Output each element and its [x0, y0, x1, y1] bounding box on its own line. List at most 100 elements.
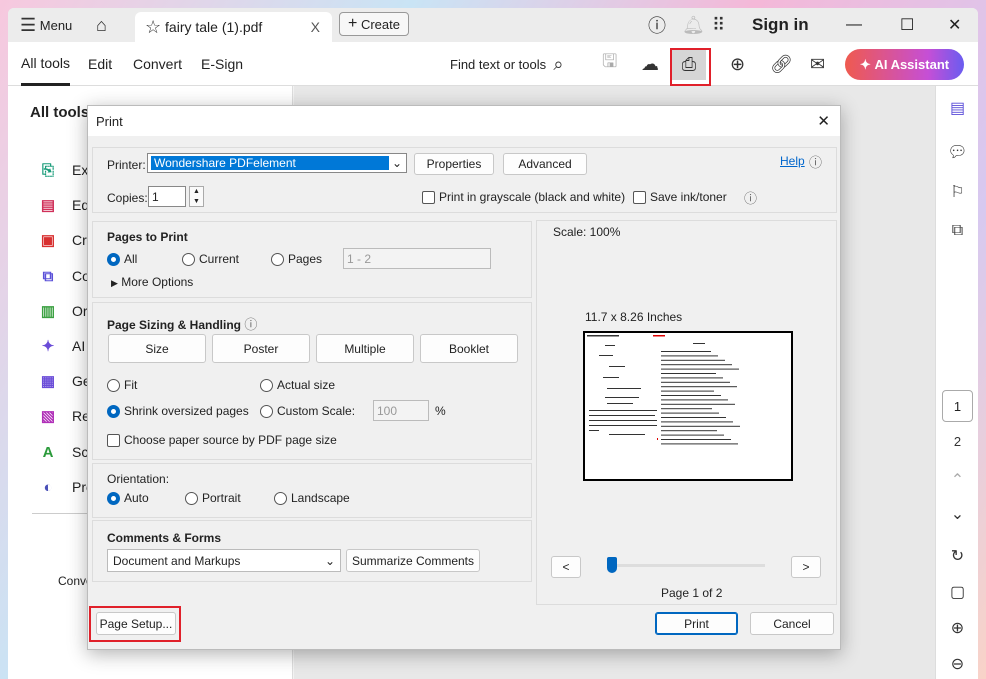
preview-text-line	[661, 417, 726, 418]
ai-summary-icon[interactable]: ▤	[936, 98, 978, 118]
radio-current[interactable]: Current	[182, 252, 239, 266]
request-icon: ▧	[40, 408, 56, 425]
ai-assistant-button[interactable]: ✦ AI Assistant	[845, 49, 964, 80]
help-button[interactable]: ⓘ	[648, 8, 666, 42]
share-button[interactable]: ⊕	[730, 42, 745, 86]
radio	[107, 252, 120, 266]
comments-icon[interactable]: 💬︎	[936, 142, 978, 162]
radio-portrait[interactable]: Portrait	[185, 491, 241, 505]
bell-icon: 🔔︎	[682, 14, 705, 35]
close-window-button[interactable]: ✕	[948, 8, 961, 42]
chevron-up-icon[interactable]: ⌃	[936, 470, 978, 490]
link-button[interactable]: 🔗︎	[770, 42, 793, 86]
radio-custom-scale[interactable]: Custom Scale:	[260, 404, 355, 418]
generate-icon: ▦	[40, 373, 56, 390]
print-submit-button[interactable]: Print	[655, 612, 738, 635]
create-button[interactable]: + Create	[339, 12, 409, 36]
radio-all[interactable]: All	[107, 252, 137, 266]
printer-label: Printer:	[107, 158, 146, 172]
section-title: Orientation:	[107, 472, 170, 486]
preview-text-line	[661, 403, 735, 405]
tool-request[interactable]: ▧ Re	[38, 406, 90, 426]
preview-text-line	[661, 412, 719, 414]
radio-pages[interactable]: Pages	[271, 252, 322, 266]
cancel-button[interactable]: Cancel	[750, 612, 834, 635]
help-icon[interactable]: ⓘ	[809, 152, 822, 171]
edit-pdf-icon: ▤	[40, 197, 56, 214]
save-button[interactable]: 🖫	[602, 42, 617, 86]
create-pdf-icon: ▣	[40, 232, 56, 249]
upload-button[interactable]: ☁	[641, 42, 659, 86]
tab-edit[interactable]: Edit	[88, 42, 112, 86]
document-tab[interactable]: ☆ fairy tale (1).pdf X	[135, 12, 332, 42]
properties-button[interactable]: Properties	[414, 153, 494, 175]
poster-tab[interactable]: Poster	[212, 334, 310, 363]
page-2-thumb[interactable]: 2	[936, 434, 978, 449]
tool-combine[interactable]: ⧉ Co	[38, 266, 90, 286]
more-options-toggle[interactable]: ▶ More Options	[111, 275, 193, 289]
maximize-button[interactable]: ☐	[900, 8, 914, 42]
size-tab[interactable]: Size	[108, 334, 206, 363]
section-title: Page Sizing & Handling ⓘ	[107, 317, 258, 332]
summarize-comments-button[interactable]: Summarize Comments	[346, 549, 480, 572]
home-button[interactable]: ⌂	[96, 8, 107, 42]
radio-auto[interactable]: Auto	[107, 491, 149, 505]
page-1-thumb[interactable]: 1	[942, 390, 973, 422]
copies-input[interactable]: 1	[148, 186, 186, 207]
page-slider-thumb[interactable]	[607, 557, 617, 573]
advanced-button[interactable]: Advanced	[503, 153, 587, 175]
sign-in-button[interactable]: Sign in	[752, 8, 809, 42]
close-dialog-button[interactable]: ✕	[817, 112, 830, 130]
plus-icon: +	[348, 15, 358, 32]
ai-icon: ✦	[859, 56, 871, 72]
save-ink-checkbox[interactable]: Save ink/toner	[633, 190, 727, 204]
previous-page-button[interactable]: <	[551, 556, 581, 578]
find-tools-button[interactable]: Find text or tools ⌕	[450, 42, 563, 86]
export-pdf-icon: ⎘	[41, 161, 54, 179]
preview-text-line	[661, 434, 724, 436]
printer-select[interactable]: Wondershare PDFelement ⌄	[147, 153, 407, 173]
minimize-button[interactable]: —	[846, 8, 862, 42]
radio-landscape[interactable]: Landscape	[274, 491, 350, 505]
booklet-tab[interactable]: Booklet	[420, 334, 518, 363]
notifications-button[interactable]: 🔔︎	[682, 8, 705, 42]
email-button[interactable]: ✉	[810, 42, 825, 86]
next-page-button[interactable]: >	[791, 556, 821, 578]
tool-protect[interactable]: ◐ Pro	[38, 477, 93, 497]
pages-icon[interactable]: ⧉	[936, 222, 978, 240]
dialog-title: Print	[96, 113, 123, 129]
radio-actual-size[interactable]: Actual size	[260, 378, 335, 392]
pages-range-input[interactable]: 1 - 2	[343, 248, 491, 269]
zoom-in-icon[interactable]: ⊕	[936, 618, 978, 638]
comments-select[interactable]: Document and Markups ⌄	[107, 549, 341, 572]
tool-generate[interactable]: ▦ Ge	[38, 371, 91, 391]
zoom-out-icon[interactable]: ⊖	[936, 654, 978, 674]
grayscale-checkbox[interactable]: Print in grayscale (black and white)	[422, 190, 625, 204]
menu-button[interactable]: ☰ Menu	[20, 8, 72, 42]
apps-button[interactable]: ⠿	[712, 8, 725, 42]
checkbox	[422, 190, 435, 204]
page-tools-icon[interactable]: ▢	[936, 582, 978, 602]
bookmarks-icon[interactable]: ⚐	[936, 182, 978, 202]
page-sizing-section: Page Sizing & Handling ⓘ Size Poster Mul…	[92, 302, 532, 460]
multiple-tab[interactable]: Multiple	[316, 334, 414, 363]
paper-source-checkbox[interactable]: Choose paper source by PDF page size	[107, 433, 337, 447]
radio	[182, 252, 195, 266]
preview-text-line	[661, 399, 728, 401]
tab-convert[interactable]: Convert	[133, 42, 182, 86]
radio-shrink[interactable]: Shrink oversized pages	[107, 404, 249, 418]
copies-stepper[interactable]: ▲ ▼	[189, 186, 204, 207]
cloud-upload-icon: ☁	[641, 53, 659, 74]
preview-text-line	[661, 377, 723, 379]
tab-esign[interactable]: E-Sign	[201, 42, 243, 86]
preview-text-line	[661, 443, 738, 445]
help-link[interactable]: Help	[780, 154, 805, 168]
radio-fit[interactable]: Fit	[107, 378, 137, 392]
chevron-down-icon[interactable]: ⌄	[936, 504, 978, 524]
tool-edit[interactable]: ▤ Edi	[38, 195, 92, 215]
page-slider[interactable]	[609, 564, 765, 567]
tab-all-tools[interactable]: All tools	[21, 42, 71, 86]
rotate-icon[interactable]: ↻	[936, 546, 978, 566]
tab-close-button[interactable]: X	[311, 19, 320, 35]
custom-scale-input[interactable]: 100	[373, 400, 429, 421]
